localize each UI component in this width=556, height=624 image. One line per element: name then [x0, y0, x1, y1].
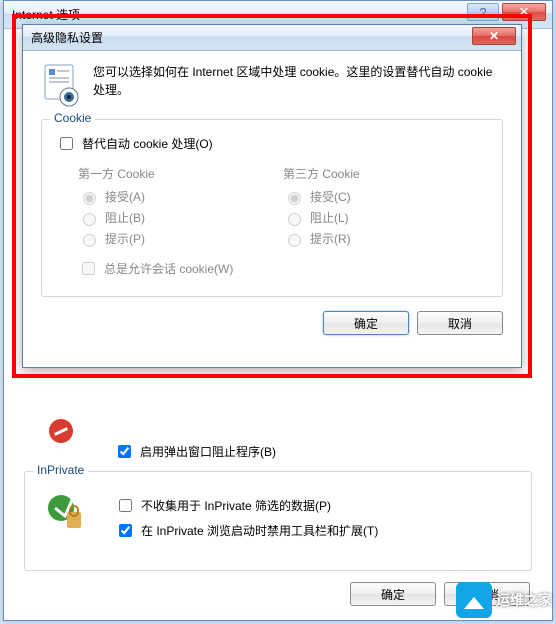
popup-blocker-checkbox[interactable]: 启用弹出窗口阻止程序(B) [114, 442, 276, 461]
first-prompt-radio: 提示(P) [78, 230, 283, 247]
inprivate-icon [47, 492, 87, 532]
session-cookie-checkbox: 总是允许会话 cookie(W) [78, 259, 488, 278]
blocked-icon [49, 419, 73, 443]
override-cookie-label: 替代自动 cookie 处理(O) [82, 135, 213, 152]
modal-titlebar: 高级隐私设置 ✕ [23, 25, 521, 51]
session-cookie-label: 总是允许会话 cookie(W) [104, 260, 233, 277]
close-button[interactable]: ✕ [502, 3, 546, 21]
first-block-radio: 阻止(B) [78, 209, 283, 226]
advanced-privacy-dialog: 高级隐私设置 ✕ 您可以选择如何在 Internet 区域中处理 cookie。… [22, 24, 522, 368]
modal-close-button[interactable]: ✕ [472, 27, 516, 45]
third-block-radio: 阻止(L) [283, 209, 488, 226]
privacy-icon [41, 63, 81, 107]
first-party-title: 第一方 Cookie [78, 165, 283, 182]
modal-cancel-button[interactable]: 取消 [417, 311, 503, 335]
inprivate-nodata-input[interactable] [119, 499, 132, 512]
inprivate-disable-ext-checkbox[interactable]: 在 InPrivate 浏览启动时禁用工具栏和扩展(T) [115, 521, 521, 540]
popup-blocker-label: 启用弹出窗口阻止程序(B) [140, 443, 276, 460]
session-cookie-input [82, 262, 95, 275]
inprivate-groupbox: InPrivate 不收集用于 InPrivate 筛选的数据(P) 在 InP… [24, 471, 532, 571]
inprivate-disable-ext-input[interactable] [119, 524, 132, 537]
modal-description: 您可以选择如何在 Internet 区域中处理 cookie。这里的设置替代自动… [93, 63, 503, 107]
parent-ok-button[interactable]: 确定 [350, 582, 436, 606]
third-prompt-radio: 提示(R) [283, 230, 488, 247]
override-cookie-checkbox[interactable]: 替代自动 cookie 处理(O) [56, 134, 488, 153]
first-accept-radio: 接受(A) [78, 188, 283, 205]
inprivate-nodata-checkbox[interactable]: 不收集用于 InPrivate 筛选的数据(P) [115, 496, 521, 515]
popup-blocker-input[interactable] [118, 445, 131, 458]
modal-ok-button[interactable]: 确定 [323, 311, 409, 335]
third-party-title: 第三方 Cookie [283, 165, 488, 182]
watermark-text: 运维之家 [496, 590, 552, 610]
watermark-logo-icon [456, 582, 492, 618]
cookie-group-title: Cookie [50, 111, 95, 125]
modal-title: 高级隐私设置 [31, 29, 103, 46]
inprivate-nodata-label: 不收集用于 InPrivate 筛选的数据(P) [141, 497, 331, 514]
watermark: 运维之家 [456, 582, 552, 618]
third-accept-radio: 接受(C) [283, 188, 488, 205]
inprivate-group-title: InPrivate [33, 463, 88, 477]
inprivate-disable-ext-label: 在 InPrivate 浏览启动时禁用工具栏和扩展(T) [141, 522, 378, 539]
help-button[interactable]: ? [467, 3, 499, 21]
parent-title: Internet 选项 [12, 6, 80, 23]
cookie-groupbox: Cookie 替代自动 cookie 处理(O) 第一方 Cookie 接受(A… [41, 119, 503, 297]
override-cookie-input[interactable] [60, 137, 73, 150]
